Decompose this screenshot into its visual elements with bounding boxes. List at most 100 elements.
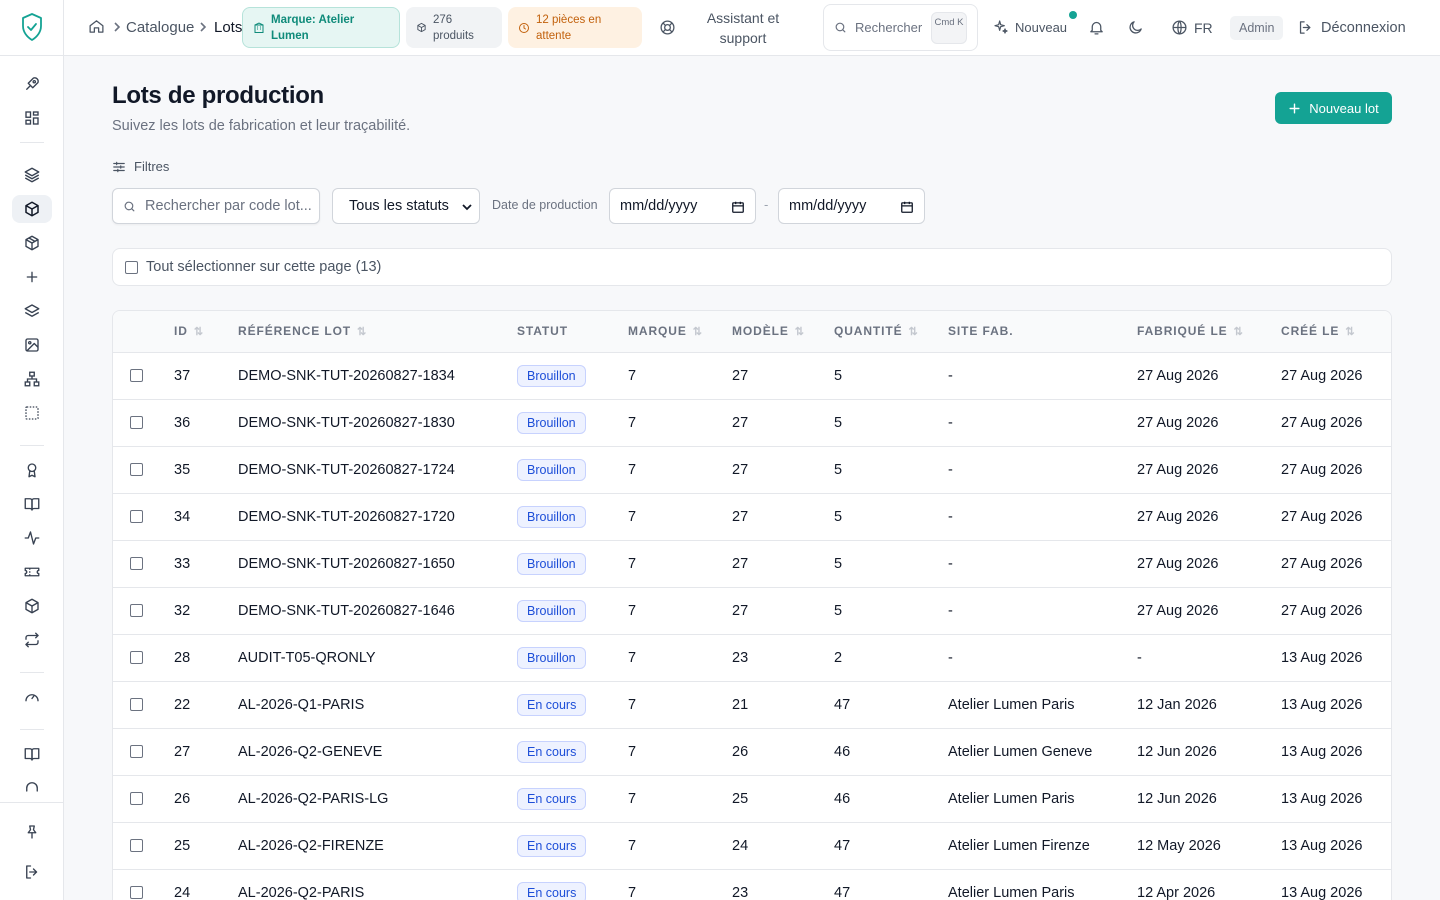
table-row[interactable]: 35 DEMO-SNK-TUT-20260827-1724 Brouillon 7 27… [113,447,1391,494]
lifebuoy-icon[interactable] [659,19,676,36]
cell-reference[interactable]: AL-2026-Q2-PARIS [238,885,364,900]
date-to-input[interactable]: mm/dd/yyyy [778,188,925,224]
date-from-input[interactable]: mm/dd/yyyy [609,188,756,224]
sidebar-divider [0,802,64,803]
book-icon[interactable] [20,492,44,516]
home-icon[interactable] [88,18,105,35]
cell-reference[interactable]: AUDIT-T05-QRONLY [238,650,376,666]
shield-logo-icon[interactable] [20,12,44,42]
cell-reference[interactable]: DEMO-SNK-TUT-20260827-1724 [238,462,455,478]
cell-reference[interactable]: AL-2026-Q2-FIRENZE [238,838,384,854]
pin-icon[interactable] [20,820,44,844]
row-checkbox[interactable] [130,510,143,523]
logout-button[interactable]: Déconnexion [1297,19,1406,36]
ticket-icon[interactable] [20,560,44,584]
cell-brand: 7 [628,368,637,384]
row-checkbox[interactable] [130,651,143,664]
layers-icon[interactable] [20,163,44,187]
box-icon[interactable] [12,195,52,223]
assistant-support-link[interactable]: Assistant et support [682,8,804,48]
stack-icon[interactable] [20,299,44,323]
column-header-reference[interactable]: RÉFÉRENCE LOT ⇅ [238,324,367,338]
table-row[interactable]: 37 DEMO-SNK-TUT-20260827-1834 Brouillon 7 27… [113,353,1391,400]
dashboard-grid-icon[interactable] [20,106,44,130]
cell-reference[interactable]: DEMO-SNK-TUT-20260827-1834 [238,368,455,384]
activity-icon[interactable] [20,526,44,550]
table-row[interactable]: 34 DEMO-SNK-TUT-20260827-1720 Brouillon 7 27… [113,494,1391,541]
row-checkbox[interactable] [130,557,143,570]
calendar-icon[interactable] [731,200,745,214]
calendar-icon[interactable] [900,200,914,214]
cube-icon[interactable] [20,594,44,618]
column-header-id[interactable]: ID ⇅ [174,324,204,338]
cell-id: 27 [174,744,191,760]
gauge-icon[interactable] [20,685,44,709]
new-menu-button[interactable]: Nouveau [993,19,1067,35]
table-row[interactable]: 25 AL-2026-Q2-FIRENZE En cours 7 24 47 Atelier… [113,823,1391,870]
bell-icon[interactable] [1088,19,1105,36]
row-checkbox[interactable] [130,792,143,805]
row-checkbox[interactable] [130,463,143,476]
rocket-icon[interactable] [20,72,44,96]
pending-chip[interactable]: 12 pièces en attente [508,7,642,48]
cell-reference[interactable]: DEMO-SNK-TUT-20260827-1830 [238,415,455,431]
plus-icon[interactable] [20,265,44,289]
global-search-button[interactable]: Rechercher Cmd K [823,4,978,51]
cell-id: 24 [174,885,191,900]
status-badge: En cours [517,788,587,810]
new-lot-button[interactable]: Nouveau lot [1275,92,1392,124]
cell-reference[interactable]: DEMO-SNK-TUT-20260827-1650 [238,556,455,572]
products-chip[interactable]: 276 produits [406,7,502,48]
column-header-quantity[interactable]: QUANTITÉ ⇅ [834,324,919,338]
table-row[interactable]: 33 DEMO-SNK-TUT-20260827-1650 Brouillon 7 27… [113,541,1391,588]
column-header-brand[interactable]: MARQUE ⇅ [628,324,703,338]
repeat-icon[interactable] [20,628,44,652]
brand-chip-label: Marque: Atelier Lumen [271,13,355,42]
cell-quantity: 5 [834,556,843,572]
sort-icon: ⇅ [908,325,919,338]
column-header-created-on[interactable]: CRÉÉ LE ⇅ [1281,324,1355,338]
row-checkbox[interactable] [130,886,143,899]
hierarchy-icon[interactable] [20,367,44,391]
brand-chip[interactable]: Marque: Atelier Lumen [242,7,400,48]
cell-reference[interactable]: DEMO-SNK-TUT-20260827-1720 [238,509,455,525]
column-header-model[interactable]: MODÈLE ⇅ [732,324,805,338]
language-switcher[interactable]: FR [1171,19,1213,36]
award-icon[interactable] [20,458,44,482]
row-checkbox[interactable] [130,369,143,382]
column-header-label: ID [174,324,188,338]
logout-icon[interactable] [20,860,44,884]
docs-book-icon[interactable] [20,742,44,766]
row-checkbox[interactable] [130,416,143,429]
cell-reference[interactable]: AL-2026-Q1-PARIS [238,697,364,713]
lot-code-search-input[interactable]: Rechercher par code lot... [112,188,320,224]
column-header-made-on[interactable]: FABRIQUÉ LE ⇅ [1137,324,1244,338]
status-select[interactable]: Tous les statuts [332,188,480,224]
row-checkbox[interactable] [130,839,143,852]
moon-icon[interactable] [1127,19,1144,36]
table-row[interactable]: 28 AUDIT-T05-QRONLY Brouillon 7 23 2 - - 13 Aug … [113,635,1391,682]
headset-icon[interactable] [20,776,44,800]
table-row[interactable]: 36 DEMO-SNK-TUT-20260827-1830 Brouillon 7 27… [113,400,1391,447]
table-row[interactable]: 27 AL-2026-Q2-GENEVE En cours 7 26 46 Atelier … [113,729,1391,776]
table-row[interactable]: 24 AL-2026-Q2-PARIS En cours 7 23 47 Atelier L… [113,870,1391,900]
row-checkbox[interactable] [130,604,143,617]
select-all-checkbox[interactable] [125,260,138,274]
qr-scan-icon[interactable] [20,401,44,425]
cell-brand: 7 [628,603,637,619]
breadcrumb-catalogue[interactable]: Catalogue [126,19,194,36]
table-row[interactable]: 22 AL-2026-Q1-PARIS En cours 7 21 47 Atelier L… [113,682,1391,729]
image-icon[interactable] [20,333,44,357]
cell-reference[interactable]: AL-2026-Q2-PARIS-LG [238,791,388,807]
row-checkbox[interactable] [130,698,143,711]
cell-reference[interactable]: DEMO-SNK-TUT-20260827-1646 [238,603,455,619]
cell-id: 37 [174,368,191,384]
cell-model: 25 [732,791,749,807]
row-checkbox[interactable] [130,745,143,758]
package-icon[interactable] [20,231,44,255]
table-row[interactable]: 32 DEMO-SNK-TUT-20260827-1646 Brouillon 7 27… [113,588,1391,635]
cell-reference[interactable]: AL-2026-Q2-GENEVE [238,744,382,760]
cell-created-on: 27 Aug 2026 [1281,415,1363,431]
table-row[interactable]: 26 AL-2026-Q2-PARIS-LG En cours 7 25 46 Atelie… [113,776,1391,823]
filters-toggle[interactable]: Filtres [112,159,169,174]
